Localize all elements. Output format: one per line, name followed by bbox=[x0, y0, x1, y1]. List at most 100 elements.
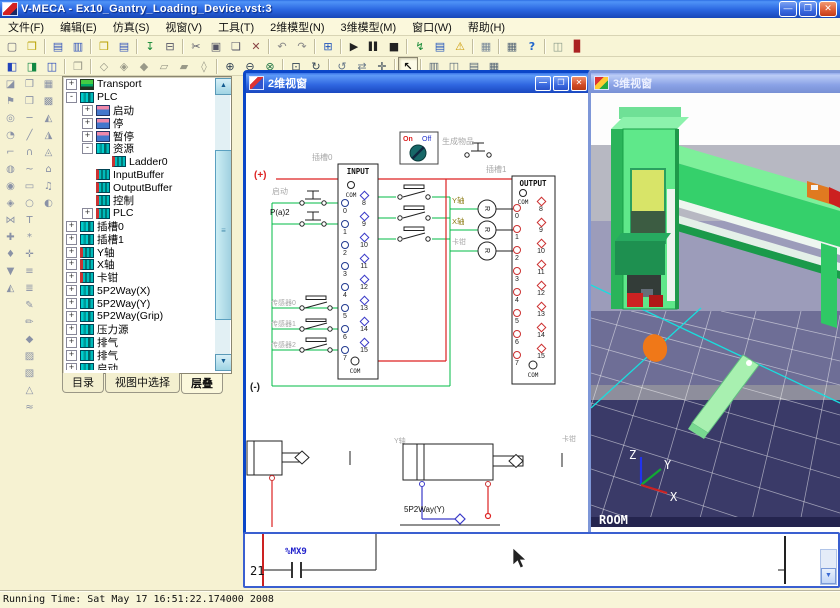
text-tool-icon[interactable]: T bbox=[21, 212, 39, 229]
disc-tool-icon[interactable]: ◍ bbox=[2, 161, 20, 178]
redo-icon[interactable]: ↷ bbox=[292, 37, 312, 55]
tree-expander[interactable]: + bbox=[66, 272, 77, 283]
triangle-tool-icon[interactable]: △ bbox=[21, 382, 39, 399]
view-iso-se-icon[interactable]: ◈ bbox=[114, 57, 134, 75]
layout-right-icon[interactable]: ◨ bbox=[22, 57, 42, 75]
pause-icon[interactable]: ▌▌ bbox=[364, 37, 384, 55]
wave-tool-icon[interactable]: ≈ bbox=[21, 399, 39, 416]
tree-item[interactable]: - 资源 bbox=[64, 142, 214, 155]
save-model-icon[interactable]: ▤ bbox=[114, 37, 134, 55]
wiring-icon[interactable]: ↯ bbox=[410, 37, 430, 55]
view-open-icon[interactable]: ❐ bbox=[68, 57, 88, 75]
hatch-tool-icon[interactable]: ▨ bbox=[21, 348, 39, 365]
view-iso-sw-icon[interactable]: ◇ bbox=[94, 57, 114, 75]
tree-item[interactable]: + Y轴 bbox=[64, 246, 214, 259]
error-report-icon[interactable]: ⚠ bbox=[450, 37, 470, 55]
frame-comp-icon[interactable]: ▩ bbox=[40, 93, 58, 110]
tree-item[interactable]: + 排气 bbox=[64, 349, 214, 362]
tree-item[interactable]: 控制 bbox=[64, 194, 214, 207]
solid-node-tool-icon[interactable]: ◆ bbox=[21, 331, 39, 348]
tool-comp-icon[interactable]: ◬ bbox=[40, 144, 58, 161]
tree-expander[interactable]: + bbox=[66, 247, 77, 258]
close-button[interactable]: ✕ bbox=[819, 1, 837, 17]
tree-expander[interactable]: + bbox=[66, 311, 77, 322]
line-tool-icon[interactable]: ─ bbox=[21, 110, 39, 127]
tree-item[interactable]: + 卡钳 bbox=[64, 271, 214, 284]
tree-expander[interactable]: + bbox=[66, 285, 77, 296]
save-icon[interactable]: ▤ bbox=[48, 37, 68, 55]
open-model-icon[interactable]: ❒ bbox=[94, 37, 114, 55]
open-file-icon[interactable]: ❐ bbox=[22, 37, 42, 55]
run-icon[interactable]: ▶ bbox=[344, 37, 364, 55]
tree-expander[interactable]: + bbox=[66, 234, 77, 245]
menu-item[interactable]: 帮助(H) bbox=[460, 18, 513, 36]
tree-expander[interactable]: + bbox=[82, 105, 93, 116]
title-bar[interactable]: V-MECA - Ex10_Gantry_Loading_Device.vst:… bbox=[0, 0, 840, 18]
robot-comp-icon[interactable]: ◭ bbox=[40, 110, 58, 127]
stack-tool-icon[interactable]: ≣ bbox=[21, 280, 39, 297]
menu-item[interactable]: 视窗(V) bbox=[157, 18, 210, 36]
tree-expander[interactable]: + bbox=[66, 79, 77, 90]
view2d-maximize-button[interactable]: ❐ bbox=[553, 76, 569, 91]
tree-expander[interactable]: - bbox=[66, 92, 77, 103]
catalog-icon[interactable]: ▦ bbox=[476, 37, 496, 55]
tree-item[interactable]: + 插槽0 bbox=[64, 220, 214, 233]
view-side-icon[interactable]: ◊ bbox=[194, 57, 214, 75]
tree-tab[interactable]: 视图中选择 bbox=[105, 373, 180, 393]
ring-tool-icon[interactable]: ◉ bbox=[2, 178, 20, 195]
menu-item[interactable]: 文件(F) bbox=[0, 18, 52, 36]
tree-item[interactable]: + 启动 bbox=[64, 362, 214, 370]
tree-item[interactable]: + Transport bbox=[64, 78, 214, 91]
tree-item[interactable]: - PLC bbox=[64, 91, 214, 104]
tree-tab[interactable]: 目录 bbox=[62, 373, 104, 393]
zoom-in-icon[interactable]: ⊕ bbox=[220, 57, 240, 75]
tree-expander[interactable]: + bbox=[66, 337, 77, 348]
menu-item[interactable]: 编辑(E) bbox=[52, 18, 105, 36]
tree-item[interactable]: Ladder0 bbox=[64, 155, 214, 168]
sheet2-tool-icon[interactable]: ❒ bbox=[21, 93, 39, 110]
gauge-tool-icon[interactable]: ◔ bbox=[2, 127, 20, 144]
tree-scrollbar[interactable]: ▲ ≡ ▼ bbox=[215, 78, 230, 371]
export-icon[interactable]: ↧ bbox=[140, 37, 160, 55]
diagonal-tool-icon[interactable]: ╱ bbox=[21, 127, 39, 144]
ladder-scrollbar[interactable]: ▼ bbox=[820, 549, 837, 585]
pencil-tool-icon[interactable]: ✎ bbox=[21, 297, 39, 314]
ellipse-tool-icon[interactable]: ○ bbox=[21, 195, 39, 212]
view-front-icon[interactable]: ▰ bbox=[174, 57, 194, 75]
ladder-scroll-down-icon[interactable]: ▼ bbox=[821, 568, 836, 584]
scroll-up-icon[interactable]: ▲ bbox=[215, 78, 232, 95]
cross-tool-icon[interactable]: ✚ bbox=[2, 229, 20, 246]
stop-icon[interactable]: ■ bbox=[384, 37, 404, 55]
sound-comp-icon[interactable]: ♫ bbox=[40, 178, 58, 195]
move-tool-icon[interactable]: ✛ bbox=[21, 246, 39, 263]
tree-expander[interactable]: - bbox=[82, 143, 93, 154]
view2d-minimize-button[interactable]: — bbox=[535, 76, 551, 91]
delete-icon[interactable]: ✕ bbox=[246, 37, 266, 55]
mesh-icon[interactable]: ◫ bbox=[548, 37, 568, 55]
menu-item[interactable]: 工具(T) bbox=[210, 18, 262, 36]
machine-comp-icon[interactable]: ▦ bbox=[40, 76, 58, 93]
tree-item[interactable]: InputBuffer bbox=[64, 168, 214, 181]
tree-item[interactable]: + 5P2Way(Y) bbox=[64, 297, 214, 310]
rect-tool-icon[interactable]: ▭ bbox=[21, 178, 39, 195]
joint-tool-icon[interactable]: ⋈ bbox=[2, 212, 20, 229]
scroll-thumb[interactable]: ≡ bbox=[215, 150, 232, 320]
new-file-icon[interactable]: ▢ bbox=[2, 37, 22, 55]
tree-item[interactable]: + 启动 bbox=[64, 104, 214, 117]
hatch2-tool-icon[interactable]: ▧ bbox=[21, 365, 39, 382]
curve-tool-icon[interactable]: ~ bbox=[21, 161, 39, 178]
report-icon[interactable]: ▤ bbox=[430, 37, 450, 55]
sheet-tool-icon[interactable]: ❒ bbox=[21, 76, 39, 93]
tree-item[interactable]: + X轴 bbox=[64, 258, 214, 271]
tree-expander[interactable]: + bbox=[66, 324, 77, 335]
scroll-down-icon[interactable]: ▼ bbox=[215, 354, 232, 371]
tree-expander[interactable]: + bbox=[82, 208, 93, 219]
data-table-icon[interactable]: ▦ bbox=[502, 37, 522, 55]
layout-left-icon[interactable]: ◧ bbox=[2, 57, 22, 75]
tree-expander[interactable]: + bbox=[82, 118, 93, 129]
view-top-icon[interactable]: ▱ bbox=[154, 57, 174, 75]
copy-icon[interactable]: ▣ bbox=[206, 37, 226, 55]
view2d-close-button[interactable]: ✕ bbox=[571, 76, 587, 91]
tree-tab[interactable]: 层叠 bbox=[181, 374, 223, 394]
manual-book-icon[interactable]: ▊ bbox=[568, 37, 588, 55]
